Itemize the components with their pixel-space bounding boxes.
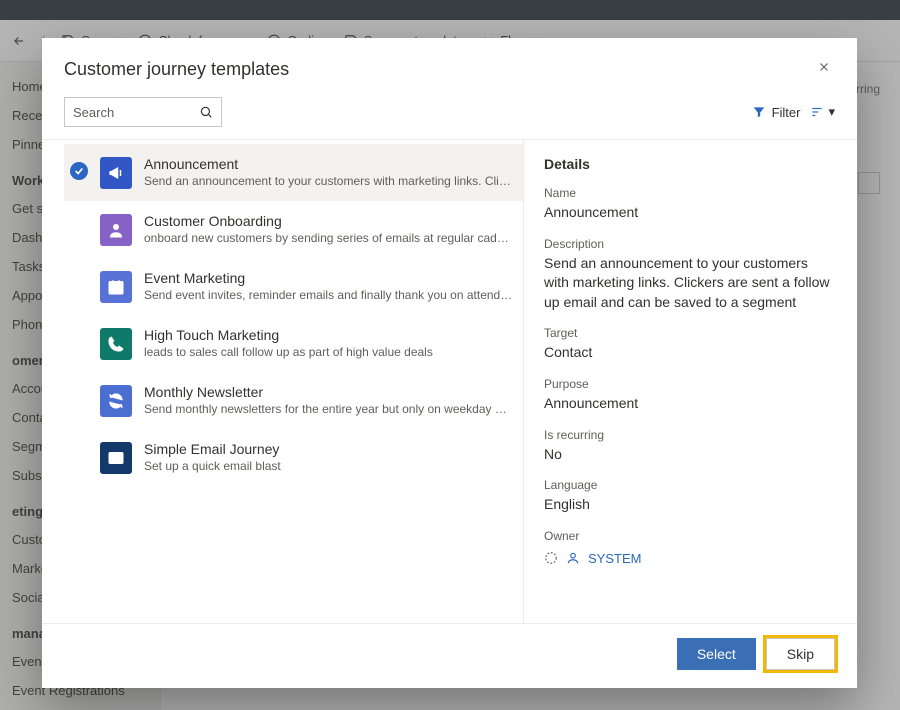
language-label: Language: [544, 478, 835, 492]
phone-icon: [100, 328, 132, 360]
template-row[interactable]: Customer Onboarding onboard new customers…: [64, 201, 523, 258]
template-title: Customer Onboarding: [144, 213, 513, 229]
details-pane: Details Name Announcement Description Se…: [524, 140, 835, 623]
description-value: Send an announcement to your customers w…: [544, 254, 834, 313]
recurring-label: Is recurring: [544, 428, 835, 442]
filter-button[interactable]: Filter: [752, 105, 801, 120]
template-description: onboard new customers by sending series …: [144, 231, 513, 245]
sort-icon: [810, 105, 824, 119]
template-description: Send event invites, reminder emails and …: [144, 288, 513, 302]
template-title: Announcement: [144, 156, 513, 172]
sort-button[interactable]: ▾: [810, 104, 835, 120]
target-value: Contact: [544, 343, 835, 363]
filter-label: Filter: [772, 105, 801, 120]
search-input[interactable]: [73, 105, 183, 120]
template-row[interactable]: High Touch Marketing leads to sales call …: [64, 315, 523, 372]
template-title: Monthly Newsletter: [144, 384, 513, 400]
owner-value[interactable]: SYSTEM: [588, 551, 641, 566]
template-description: Send an announcement to your customers w…: [144, 174, 513, 188]
name-value: Announcement: [544, 203, 835, 223]
target-label: Target: [544, 326, 835, 340]
checkmark-icon: [70, 162, 88, 180]
language-value: English: [544, 495, 835, 515]
recurring-value: No: [544, 445, 835, 465]
template-description: Set up a quick email blast: [144, 459, 513, 473]
template-row[interactable]: Simple Email Journey Set up a quick email…: [64, 429, 523, 486]
template-list: Announcement Send an announcement to your…: [64, 140, 524, 623]
template-row[interactable]: Monthly Newsletter Send monthly newslette…: [64, 372, 523, 429]
calendar-icon: [100, 271, 132, 303]
dialog-title: Customer journey templates: [64, 59, 289, 80]
person-icon: [100, 214, 132, 246]
untracked-icon: [544, 551, 558, 565]
template-row[interactable]: Event Marketing Send event invites, remin…: [64, 258, 523, 315]
skip-button[interactable]: Skip: [766, 638, 835, 670]
purpose-value: Announcement: [544, 394, 835, 414]
close-button[interactable]: [813, 56, 835, 83]
template-title: High Touch Marketing: [144, 327, 513, 343]
search-box[interactable]: [64, 97, 222, 127]
templates-dialog: Customer journey templates Filter ▾ Anno…: [42, 38, 857, 688]
search-icon: [199, 105, 213, 119]
chevron-down-icon: ▾: [828, 104, 835, 120]
template-title: Event Marketing: [144, 270, 513, 286]
purpose-label: Purpose: [544, 377, 835, 391]
refresh-icon: [100, 385, 132, 417]
owner-label: Owner: [544, 529, 835, 543]
details-heading: Details: [544, 156, 835, 172]
mail-icon: [100, 442, 132, 474]
template-row[interactable]: Announcement Send an announcement to your…: [64, 144, 523, 201]
description-label: Description: [544, 237, 835, 251]
megaphone-icon: [100, 157, 132, 189]
template-description: leads to sales call follow up as part of…: [144, 345, 513, 359]
template-title: Simple Email Journey: [144, 441, 513, 457]
filter-icon: [752, 105, 766, 119]
template-description: Send monthly newsletters for the entire …: [144, 402, 513, 416]
person-icon: [566, 551, 580, 565]
select-button[interactable]: Select: [677, 638, 756, 670]
name-label: Name: [544, 186, 835, 200]
